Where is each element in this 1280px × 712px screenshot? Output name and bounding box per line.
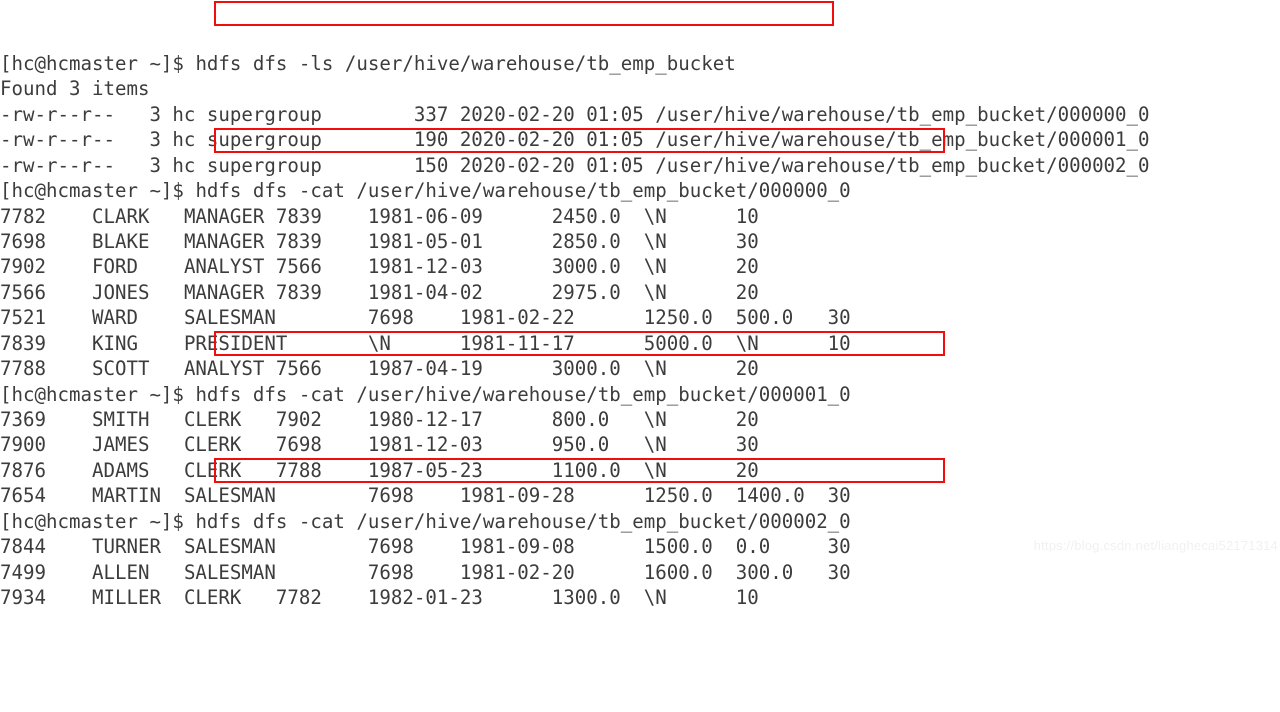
terminal-output-line: Found 3 items	[0, 76, 1280, 101]
shell-output-text: 7521 WARD SALESMAN 7698 1981-02-22 1250.…	[0, 306, 851, 330]
terminal-output-line: 7839 KING PRESIDENT \N 1981-11-17 5000.0…	[0, 331, 1280, 356]
shell-output-text: -rw-r--r-- 3 hc supergroup 190 2020-02-2…	[0, 128, 1150, 152]
shell-command-text[interactable]: hdfs dfs -cat /user/hive/warehouse/tb_em…	[195, 510, 850, 533]
shell-prompt: [hc@hcmaster ~]$	[0, 179, 196, 203]
shell-output-text: 7566 JONES MANAGER 7839 1981-04-02 2975.…	[0, 280, 759, 304]
terminal-output-line: 7499 ALLEN SALESMAN 7698 1981-02-20 1600…	[0, 560, 1280, 585]
shell-output-text: 7934 MILLER CLERK 7782 1982-01-23 1300.0…	[0, 586, 759, 610]
terminal-output-area[interactable]: [hc@hcmaster ~]$ hdfs dfs -ls /user/hive…	[0, 51, 1280, 611]
terminal-output-line: -rw-r--r-- 3 hc supergroup 337 2020-02-2…	[0, 102, 1280, 127]
terminal-output-line: 7788 SCOTT ANALYST 7566 1987-04-19 3000.…	[0, 356, 1280, 381]
shell-prompt: [hc@hcmaster ~]$	[0, 509, 196, 533]
terminal-command-line[interactable]: [hc@hcmaster ~]$ hdfs dfs -cat /user/hiv…	[0, 178, 1280, 203]
shell-output-text: 7900 JAMES CLERK 7698 1981-12-03 950.0 \…	[0, 433, 759, 457]
shell-output-text: 7844 TURNER SALESMAN 7698 1981-09-08 150…	[0, 535, 851, 559]
shell-command-text[interactable]: hdfs dfs -cat /user/hive/warehouse/tb_em…	[195, 383, 850, 406]
shell-output-text: 7876 ADAMS CLERK 7788 1987-05-23 1100.0 …	[0, 458, 759, 482]
terminal-output-line: 7902 FORD ANALYST 7566 1981-12-03 3000.0…	[0, 254, 1280, 279]
terminal-output-line: 7369 SMITH CLERK 7902 1980-12-17 800.0 \…	[0, 407, 1280, 432]
shell-output-text: 7499 ALLEN SALESMAN 7698 1981-02-20 1600…	[0, 560, 851, 584]
shell-output-text: 7788 SCOTT ANALYST 7566 1987-04-19 3000.…	[0, 357, 759, 381]
shell-prompt: [hc@hcmaster ~]$	[0, 382, 196, 406]
shell-output-text: Found 3 items	[0, 77, 150, 101]
terminal-output-line: 7698 BLAKE MANAGER 7839 1981-05-01 2850.…	[0, 229, 1280, 254]
shell-command-text[interactable]: hdfs dfs -cat /user/hive/warehouse/tb_em…	[195, 179, 850, 202]
terminal-output-line: 7521 WARD SALESMAN 7698 1981-02-22 1250.…	[0, 305, 1280, 330]
terminal-output-line: -rw-r--r-- 3 hc supergroup 150 2020-02-2…	[0, 153, 1280, 178]
terminal-output-line: 7876 ADAMS CLERK 7788 1987-05-23 1100.0 …	[0, 458, 1280, 483]
shell-output-text: 7782 CLARK MANAGER 7839 1981-06-09 2450.…	[0, 204, 759, 228]
terminal-command-line[interactable]: [hc@hcmaster ~]$ hdfs dfs -cat /user/hiv…	[0, 509, 1280, 534]
shell-output-text: 7902 FORD ANALYST 7566 1981-12-03 3000.0…	[0, 255, 759, 279]
terminal-output-line: 7782 CLARK MANAGER 7839 1981-06-09 2450.…	[0, 204, 1280, 229]
terminal-output-line: 7566 JONES MANAGER 7839 1981-04-02 2975.…	[0, 280, 1280, 305]
shell-command-text[interactable]: hdfs dfs -ls /user/hive/warehouse/tb_emp…	[195, 52, 735, 75]
terminal-output-line: -rw-r--r-- 3 hc supergroup 190 2020-02-2…	[0, 127, 1280, 152]
terminal-window[interactable]: [hc@hcmaster ~]$ hdfs dfs -ls /user/hive…	[0, 0, 1280, 609]
shell-prompt: [hc@hcmaster ~]$	[0, 51, 196, 75]
terminal-output-line: 7900 JAMES CLERK 7698 1981-12-03 950.0 \…	[0, 432, 1280, 457]
terminal-command-line[interactable]: [hc@hcmaster ~]$ hdfs dfs -cat /user/hiv…	[0, 382, 1280, 407]
shell-output-text: 7698 BLAKE MANAGER 7839 1981-05-01 2850.…	[0, 229, 759, 253]
shell-output-text: 7839 KING PRESIDENT \N 1981-11-17 5000.0…	[0, 331, 851, 355]
shell-output-text: -rw-r--r-- 3 hc supergroup 150 2020-02-2…	[0, 153, 1150, 177]
watermark-text: https://blog.csdn.net/lianghecai52171314	[1033, 537, 1278, 553]
terminal-output-line: 7934 MILLER CLERK 7782 1982-01-23 1300.0…	[0, 585, 1280, 610]
terminal-output-line: 7654 MARTIN SALESMAN 7698 1981-09-28 125…	[0, 483, 1280, 508]
shell-output-text: 7369 SMITH CLERK 7902 1980-12-17 800.0 \…	[0, 408, 759, 432]
shell-output-text: -rw-r--r-- 3 hc supergroup 337 2020-02-2…	[0, 102, 1150, 126]
highlight-ls-command	[214, 1, 834, 26]
terminal-command-line[interactable]: [hc@hcmaster ~]$ hdfs dfs -ls /user/hive…	[0, 51, 1280, 76]
shell-output-text: 7654 MARTIN SALESMAN 7698 1981-09-28 125…	[0, 484, 851, 508]
